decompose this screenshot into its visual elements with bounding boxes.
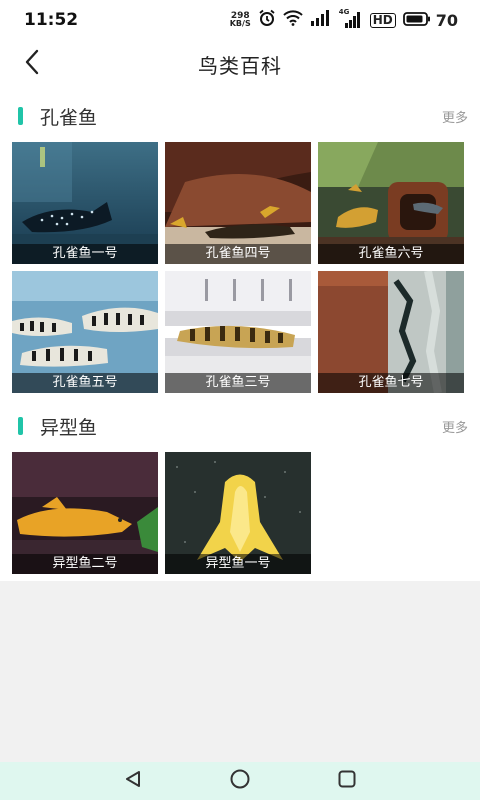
nav-recent-button[interactable]	[327, 766, 367, 796]
fish-card-label: 异型鱼一号	[165, 554, 311, 574]
fish-card-label: 异型鱼二号	[12, 554, 158, 574]
status-time: 11:52	[24, 10, 79, 30]
nav-home-button[interactable]	[220, 766, 260, 796]
battery-level: 70	[435, 10, 458, 30]
section-header-pleco: 异型鱼 更多	[0, 411, 480, 441]
fish-card-label: 孔雀鱼一号	[12, 244, 158, 264]
app-header: 鸟类百科	[0, 40, 480, 88]
fish-card-label: 孔雀鱼七号	[318, 373, 464, 393]
network-speed: 298 KB/S	[230, 12, 251, 28]
fish-card[interactable]: 孔雀鱼一号	[12, 142, 158, 264]
signal-icon	[310, 10, 332, 30]
circle-home-icon	[229, 768, 251, 794]
battery-icon	[402, 11, 431, 30]
status-bar: 11:52 298 KB/S 4G HD 70	[0, 0, 480, 40]
hd-label: HD	[372, 12, 393, 27]
more-link[interactable]: 更多	[442, 107, 468, 126]
section-title: 孔雀鱼	[40, 106, 98, 129]
fish-card-label: 孔雀鱼三号	[165, 373, 311, 393]
network-speed-unit: KB/S	[229, 19, 251, 28]
fish-card[interactable]: 孔雀鱼五号	[12, 271, 158, 393]
content-area: 孔雀鱼 更多 孔雀鱼一号 孔雀鱼四号 孔雀鱼六号 孔雀鱼五号 孔雀鱼三号 孔雀鱼…	[0, 88, 480, 581]
status-icons: 298 KB/S 4G HD 70	[230, 8, 458, 31]
more-link[interactable]: 更多	[442, 417, 468, 436]
section-accent-bar	[18, 417, 23, 435]
square-recent-icon	[337, 769, 357, 793]
triangle-back-icon	[124, 770, 142, 792]
fish-card[interactable]: 异型鱼二号	[12, 452, 158, 574]
battery: 70	[402, 10, 458, 30]
back-button[interactable]	[18, 49, 46, 79]
fish-card-label: 孔雀鱼六号	[318, 244, 464, 264]
section-header-guppy: 孔雀鱼 更多	[0, 101, 480, 131]
hd-icon: HD	[369, 12, 396, 28]
section-accent-bar	[18, 107, 23, 125]
fish-card-label: 孔雀鱼四号	[165, 244, 311, 264]
fish-card[interactable]: 孔雀鱼七号	[318, 271, 464, 393]
alarm-icon	[258, 9, 276, 31]
fish-card[interactable]: 孔雀鱼六号	[318, 142, 464, 264]
fish-card[interactable]: 异型鱼一号	[165, 452, 311, 574]
page-title: 鸟类百科	[198, 53, 282, 78]
fish-card[interactable]: 孔雀鱼四号	[165, 142, 311, 264]
section-title: 异型鱼	[40, 416, 98, 439]
nav-back-button[interactable]	[113, 766, 153, 796]
signal-4g-icon: 4G	[339, 8, 363, 28]
fish-card[interactable]: 孔雀鱼三号	[165, 271, 311, 393]
wifi-icon	[283, 10, 303, 30]
system-nav-bar	[0, 762, 480, 800]
chevron-left-icon	[24, 49, 40, 79]
fish-card-label: 孔雀鱼五号	[12, 373, 158, 393]
